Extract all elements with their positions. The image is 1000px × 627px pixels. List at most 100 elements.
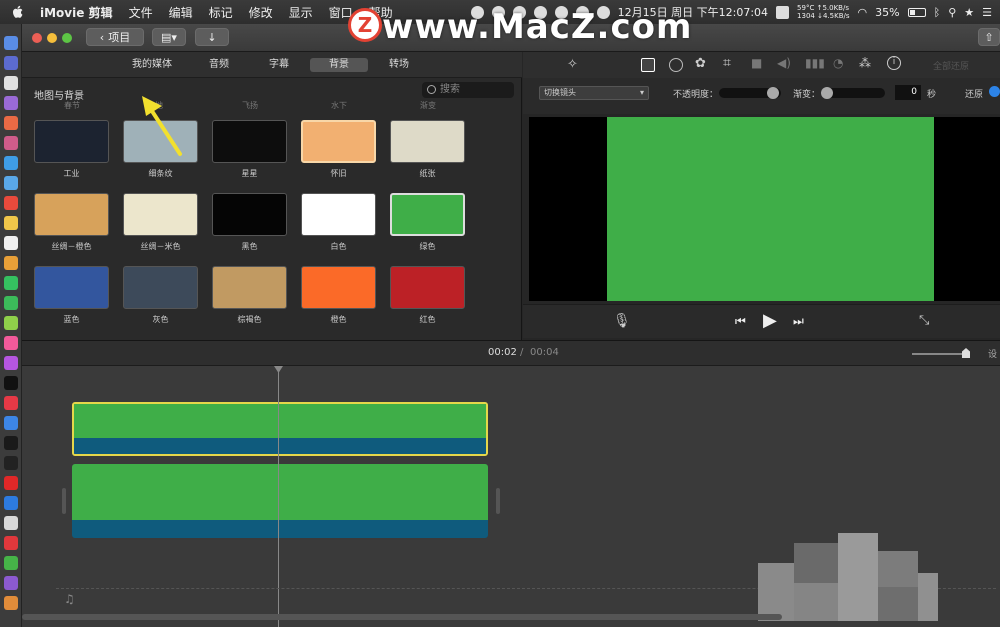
background-clip-top[interactable] [72, 402, 488, 456]
media-toggle-button[interactable]: ▤▾ [152, 28, 186, 46]
timeline[interactable]: ♫ [22, 366, 1000, 627]
menu-edit[interactable]: 编辑 [169, 4, 193, 21]
battery-percent[interactable]: 35% [875, 6, 899, 19]
display-icon[interactable] [776, 5, 790, 19]
background-thumbnail[interactable] [390, 193, 465, 236]
background-thumbnail[interactable] [34, 193, 109, 236]
dock-app-23[interactable] [4, 476, 18, 490]
battery-icon[interactable] [907, 7, 926, 17]
background-thumbnail[interactable] [212, 193, 287, 236]
reset-button[interactable]: 还原 [965, 87, 983, 100]
bluetooth-icon[interactable]: ᛒ [934, 6, 941, 19]
control-center-icon[interactable]: ★ [964, 6, 974, 19]
background-thumbnail[interactable] [390, 266, 465, 309]
magic-wand-icon[interactable]: ✧ [567, 57, 578, 72]
dock-app-2[interactable] [4, 56, 18, 70]
tab-titles[interactable]: 字幕 [262, 58, 296, 72]
apple-icon[interactable] [10, 4, 26, 20]
dock-app-28[interactable] [4, 576, 18, 590]
background-thumbnail[interactable] [123, 266, 198, 309]
tab-my-media[interactable]: 我的媒体 [126, 58, 178, 72]
fade-slider-knob[interactable] [821, 87, 833, 99]
reset-all-button[interactable]: 全部还原 [933, 59, 969, 72]
notification-icon[interactable]: ☰ [982, 6, 992, 19]
system-monitor[interactable]: 59°C ↑5.0KB/s 1304 ↓4.5KB/s [797, 4, 849, 20]
speed-icon[interactable]: ◔ [833, 56, 843, 70]
dock-app-13[interactable] [4, 276, 18, 290]
play-icon[interactable]: ▶ [763, 310, 777, 331]
info-icon[interactable]: i [887, 56, 901, 70]
background-thumbnail[interactable] [301, 193, 376, 236]
dock-app-22[interactable] [4, 456, 18, 470]
background-thumbnail[interactable] [301, 266, 376, 309]
opacity-slider[interactable] [719, 87, 781, 99]
crop-icon[interactable]: ⌗ [723, 55, 731, 71]
background-thumbnail[interactable] [301, 120, 376, 163]
dock-app-9[interactable] [4, 196, 18, 210]
dock-app-20[interactable] [4, 416, 18, 430]
menu-file[interactable]: 文件 [129, 4, 153, 21]
fade-duration-input[interactable]: 0 [895, 85, 921, 100]
equalizer-icon[interactable]: ▮▮▮ [805, 56, 825, 70]
clip-trim-handle-left[interactable] [62, 488, 66, 514]
clip-trim-handle-right[interactable] [496, 488, 500, 514]
background-thumbnail[interactable] [34, 266, 109, 309]
dock-app-18[interactable] [4, 376, 18, 390]
background-thumbnail[interactable] [212, 120, 287, 163]
skip-back-icon[interactable]: ⏮ [735, 314, 746, 329]
microphone-icon[interactable]: 🎙 [613, 313, 631, 329]
dock-app-21[interactable] [4, 436, 18, 450]
close-window-button[interactable] [32, 33, 42, 43]
stabilization-icon[interactable]: ■ [751, 56, 762, 70]
menu-mark[interactable]: 标记 [209, 4, 233, 21]
dock-app-8[interactable] [4, 176, 18, 190]
app-menu[interactable]: iMovie 剪辑 [40, 4, 113, 21]
minimize-window-button[interactable] [47, 33, 57, 43]
back-to-projects-button[interactable]: ‹ 项目 [86, 28, 144, 46]
crop-to-fill-icon[interactable] [641, 58, 655, 72]
opacity-slider-knob[interactable] [767, 87, 779, 99]
dock-app-25[interactable] [4, 516, 18, 530]
share-button[interactable]: ⇧ [978, 28, 1000, 46]
timeline-scrollbar[interactable] [22, 614, 782, 620]
dock-app-12[interactable] [4, 256, 18, 270]
dock-app-24[interactable] [4, 496, 18, 510]
wifi-icon[interactable]: ◠ [858, 6, 868, 19]
menu-view[interactable]: 显示 [289, 4, 313, 21]
dock-app-7[interactable] [4, 156, 18, 170]
dock-app-26[interactable] [4, 536, 18, 550]
fullscreen-icon[interactable]: ⤡ [919, 313, 929, 328]
dock-app-17[interactable] [4, 356, 18, 370]
dock-app-10[interactable] [4, 216, 18, 230]
skip-forward-icon[interactable]: ⏭ [793, 314, 804, 329]
dock-app-29[interactable] [4, 596, 18, 610]
dock-app-15[interactable] [4, 316, 18, 330]
dock-app-4[interactable] [4, 96, 18, 110]
dock-app-5[interactable] [4, 116, 18, 130]
reset-toggle-icon[interactable] [989, 86, 1000, 97]
dock-app-6[interactable] [4, 136, 18, 150]
dock-app-1[interactable] [4, 36, 18, 50]
zoom-window-button[interactable] [62, 33, 72, 43]
dock-app-14[interactable] [4, 296, 18, 310]
background-clip-main[interactable] [72, 464, 488, 538]
dock-app-19[interactable] [4, 396, 18, 410]
dock-app-16[interactable] [4, 336, 18, 350]
spotlight-icon[interactable]: ⚲ [948, 6, 956, 19]
background-thumbnail[interactable] [212, 266, 287, 309]
filter-icon[interactable]: ⁂ [859, 56, 871, 70]
color-balance-icon[interactable] [669, 58, 683, 72]
dock-app-3[interactable] [4, 76, 18, 90]
tab-transitions[interactable]: 转场 [382, 58, 416, 72]
viewer-preview[interactable] [529, 117, 1000, 301]
tab-audio[interactable]: 音频 [202, 58, 236, 72]
zoom-slider-knob[interactable] [962, 348, 970, 358]
dock-app-11[interactable] [4, 236, 18, 250]
playhead-marker-icon[interactable] [274, 366, 283, 373]
tab-backgrounds[interactable]: 背景 [310, 58, 368, 72]
volume-icon[interactable]: ◀) [777, 56, 791, 70]
background-thumbnail[interactable] [34, 120, 109, 163]
dock-app-27[interactable] [4, 556, 18, 570]
timeline-settings-button[interactable]: 设 [988, 347, 997, 360]
fade-slider[interactable] [821, 87, 885, 99]
